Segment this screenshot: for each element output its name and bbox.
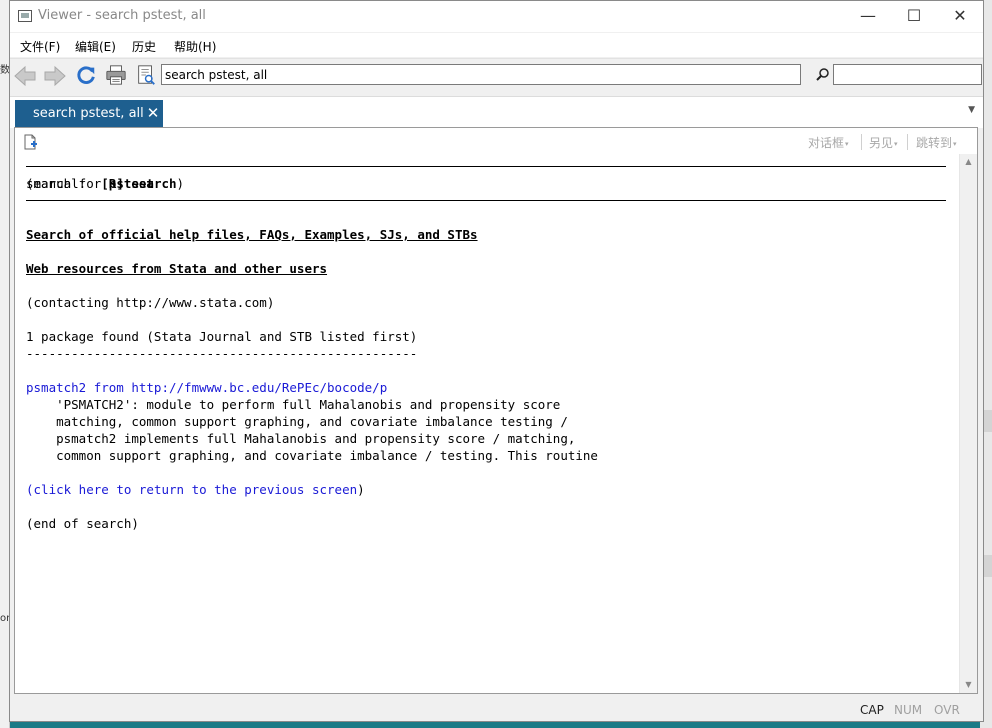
return-link[interactable]: click here to return to the previous scr… <box>34 482 358 497</box>
tab-bar: search pstest, all ✕ ▼ <box>10 96 983 128</box>
tab-label: search pstest, all <box>33 106 144 121</box>
contacting-line: (contacting http://www.stata.com) <box>26 295 275 310</box>
new-viewer-icon[interactable] <box>22 134 38 150</box>
dialog-button[interactable]: 对话框▾ <box>808 134 849 151</box>
dialog-label: 对话框 <box>808 136 845 150</box>
background-fragment: on <box>0 613 13 624</box>
heading-official[interactable]: Search of official help files, FAQs, Exa… <box>26 226 478 243</box>
status-bar: CAP NUM OVR <box>10 698 983 721</box>
return-open: ( <box>26 482 34 497</box>
packages-found-line: 1 package found (Stata Journal and STB l… <box>26 329 418 344</box>
package-description-line: 'PSMATCH2': module to perform full Mahal… <box>26 397 561 412</box>
end-of-search: (end of search) <box>26 516 139 531</box>
close-window-button[interactable]: ✕ <box>937 1 983 32</box>
menu-history[interactable]: 历史 <box>132 38 156 55</box>
viewer-window: Viewer - search pstest, all — ☐ ✕ 文件(F) … <box>9 0 984 722</box>
manual-reference: (manual: [R] search) <box>26 175 946 192</box>
separator <box>861 134 862 150</box>
back-arrow-icon[interactable] <box>13 65 37 87</box>
search-icon[interactable] <box>815 67 831 83</box>
menu-bar: 文件(F) 编辑(E) 历史 帮助(H) <box>10 33 983 57</box>
manual-close: ) <box>176 176 185 191</box>
menu-edit[interactable]: 编辑(E) <box>75 38 116 55</box>
status-num: NUM <box>894 703 923 717</box>
command-input[interactable] <box>161 64 801 85</box>
chevron-down-icon: ▾ <box>953 139 957 148</box>
window-title: Viewer - search pstest, all <box>38 8 206 23</box>
return-line: (click here to return to the previous sc… <box>26 481 365 498</box>
menu-file[interactable]: 文件(F) <box>20 38 60 55</box>
chevron-down-icon: ▾ <box>894 139 898 148</box>
menu-help[interactable]: 帮助(H) <box>174 38 216 55</box>
refresh-icon[interactable] <box>74 64 98 86</box>
separator <box>907 134 908 150</box>
top-rule <box>26 166 946 167</box>
package-description-line: psmatch2 implements full Mahalanobis and… <box>26 431 576 446</box>
maximize-button[interactable]: ☐ <box>891 1 937 32</box>
manual-ref: [R] search <box>101 176 177 191</box>
vertical-scrollbar[interactable]: ▲ ▼ <box>959 154 977 693</box>
viewer-subtoolbar: 对话框▾ 另见▾ 跳转到▾ <box>15 128 977 154</box>
header-rule <box>26 200 946 201</box>
dash-separator: ----------------------------------------… <box>26 346 418 361</box>
heading-web[interactable]: Web resources from Stata and other users <box>26 260 327 277</box>
jump-to-label: 跳转到 <box>916 136 953 150</box>
forward-arrow-icon[interactable] <box>43 65 67 87</box>
viewer-app-icon <box>18 10 32 22</box>
package-link[interactable]: psmatch2 from http://fmwww.bc.edu/RePEc/… <box>26 379 387 396</box>
print-icon[interactable] <box>104 64 128 86</box>
viewer-panel: 对话框▾ 另见▾ 跳转到▾ search for pstest (manual:… <box>14 127 978 694</box>
return-close: ) <box>357 482 365 497</box>
scroll-down-icon[interactable]: ▼ <box>960 677 977 693</box>
also-see-button[interactable]: 另见▾ <box>869 134 898 151</box>
chevron-down-icon: ▾ <box>845 139 849 148</box>
jump-to-button[interactable]: 跳转到▾ <box>916 134 957 151</box>
manual-label: (manual: <box>26 176 102 191</box>
find-document-icon[interactable] <box>134 64 158 86</box>
background-fragment: 数 <box>0 65 10 76</box>
scroll-up-icon[interactable]: ▲ <box>960 154 977 170</box>
minimize-button[interactable]: — <box>845 1 891 32</box>
find-input[interactable] <box>833 64 982 85</box>
search-results-content: search for pstest (manual: [R] search) S… <box>26 158 946 690</box>
status-cap: CAP <box>860 703 884 717</box>
also-see-label: 另见 <box>869 136 894 150</box>
tab-list-dropdown-icon[interactable]: ▼ <box>968 105 975 115</box>
package-description-line: matching, common support graphing, and c… <box>26 414 568 429</box>
status-ovr: OVR <box>934 703 960 717</box>
tab-close-icon[interactable]: ✕ <box>145 104 161 122</box>
tab-search-pstest[interactable]: search pstest, all ✕ <box>15 100 163 128</box>
title-bar[interactable]: Viewer - search pstest, all — ☐ ✕ <box>10 1 983 32</box>
package-description-line: common support graphing, and covariate i… <box>26 448 598 463</box>
